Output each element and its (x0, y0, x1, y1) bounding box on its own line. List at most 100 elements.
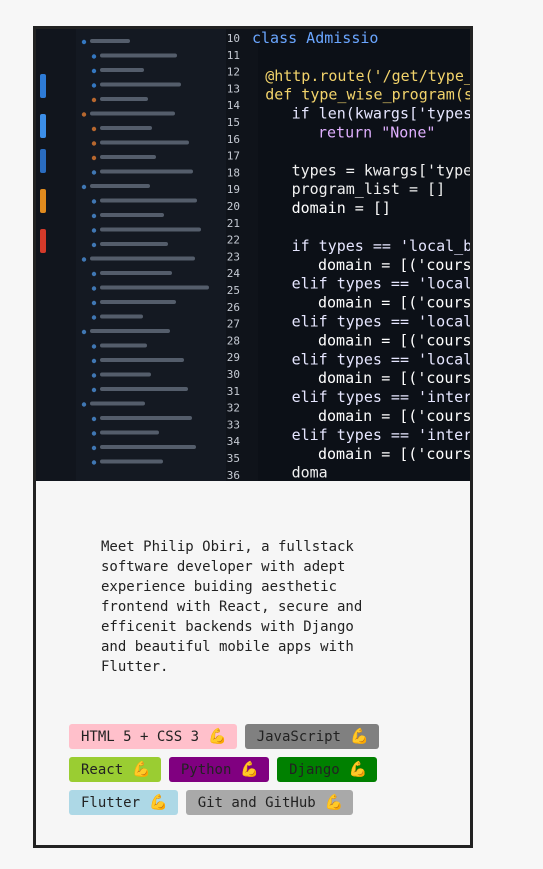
line-number: 10 (227, 32, 240, 45)
file-icon (81, 39, 87, 45)
code-line: domain = [('course_i (318, 407, 470, 425)
skill-tag-html-css: HTML 5 + CSS 3 💪 (69, 724, 237, 749)
file-icon (91, 460, 97, 465)
code-screenshot: 10 11 12 13 14 15 16 17 18 19 20 21 22 23 24 25 26 27 28 29… (36, 29, 470, 481)
file-icon (91, 271, 97, 277)
code-line: if len(kwargs['types'])<= (292, 105, 470, 123)
activity-icon (40, 74, 46, 98)
line-number: 18 (227, 166, 240, 179)
hero-code-image: 10 11 12 13 14 15 16 17 18 19 20 21 22 23 24 25 26 27 28 29… (36, 29, 470, 481)
file-icon (91, 242, 97, 248)
line-number: 32 (227, 402, 240, 415)
line-number: 29 (227, 351, 240, 364)
flexed-biceps-icon: 💪 (132, 760, 151, 778)
code-line: if types == 'local_bache (292, 237, 470, 255)
code-line: domain = [('course_i (318, 369, 470, 387)
file-icon (91, 416, 97, 422)
skill-tag-python: Python 💪 (168, 757, 270, 782)
file-icon (91, 97, 97, 103)
file-name-bar (100, 459, 163, 464)
code-line: domain = [] (292, 199, 391, 217)
file-name-bar (100, 416, 192, 420)
file-name-bar (100, 300, 176, 304)
line-number: 28 (227, 334, 240, 347)
line-number: 26 (227, 301, 240, 314)
line-number: 34 (227, 435, 241, 448)
file-icon (91, 199, 97, 204)
line-number: 35 (227, 452, 240, 465)
code-line: domain = [('course_i (318, 256, 470, 274)
skill-tag-flutter: Flutter 💪 (69, 790, 178, 815)
file-name-bar (100, 140, 189, 145)
file-name-bar (100, 198, 197, 203)
file-name-bar (90, 256, 195, 261)
file-icon (91, 344, 97, 349)
line-number: 31 (227, 385, 240, 398)
code-line: types = kwargs['types'] (292, 161, 470, 179)
tag-row: React 💪 Python 💪 Django 💪 (69, 757, 449, 782)
file-icon (91, 373, 97, 378)
file-name-bar (100, 82, 181, 87)
file-icon (91, 141, 97, 146)
flexed-biceps-icon: 💪 (149, 793, 168, 811)
line-number: 30 (227, 368, 240, 381)
tag-label: JavaScript (256, 728, 341, 745)
file-name-bar (100, 314, 143, 319)
line-number: 20 (227, 200, 240, 213)
file-icon (91, 431, 97, 436)
bio-text: Meet Philip Obiri, a fullstack software … (101, 539, 363, 675)
code-line: domain = [('course_i (318, 445, 470, 463)
file-name-bar (100, 358, 184, 362)
tag-label: React (81, 761, 124, 778)
file-name-bar (90, 184, 150, 188)
line-number: 36 (227, 469, 240, 481)
file-name-bar (90, 329, 170, 333)
line-number: 25 (227, 284, 240, 297)
file-name-bar (100, 285, 209, 290)
file-name-bar (100, 213, 164, 217)
file-icon (81, 184, 87, 190)
line-number: 12 (227, 66, 240, 79)
file-icon (91, 54, 97, 59)
activity-icon (40, 189, 46, 213)
tag-row: HTML 5 + CSS 3 💪 JavaScript 💪 (69, 724, 449, 749)
line-number: 33 (227, 418, 240, 431)
line-number: 27 (227, 318, 240, 331)
file-name-bar (100, 53, 177, 58)
line-number: 23 (227, 250, 240, 263)
code-line: return "None" (318, 124, 435, 142)
tag-label: Django (289, 761, 340, 778)
flexed-biceps-icon: 💪 (240, 760, 260, 778)
file-name-bar (100, 271, 172, 275)
line-number: 21 (227, 217, 240, 230)
file-icon (91, 387, 97, 393)
activity-icon (40, 114, 46, 138)
file-name-bar (100, 343, 147, 348)
tag-label: Flutter (81, 794, 141, 811)
code-line: def type_wise_program(self, * (265, 86, 470, 104)
file-name-bar (90, 39, 130, 43)
file-name-bar (100, 227, 201, 232)
file-name-bar (100, 169, 193, 174)
file-icon (91, 286, 97, 291)
file-icon (91, 68, 97, 74)
file-icon (91, 83, 97, 88)
code-line: elif types == 'local_bacl (292, 313, 470, 331)
file-name-bar (100, 430, 159, 435)
code-line: doma (292, 464, 328, 481)
skill-tag-javascript: JavaScript 💪 (244, 724, 379, 749)
code-line: elif types == 'internati (292, 388, 470, 406)
file-icon (91, 228, 97, 233)
activity-icon (40, 149, 46, 173)
code-line: class Admissio (252, 29, 378, 47)
line-number: 22 (227, 234, 240, 247)
file-icon (91, 213, 97, 219)
tag-label: HTML 5 + CSS 3 (81, 728, 200, 745)
code-line: program_list = [] (292, 180, 446, 198)
line-number: 17 (227, 150, 240, 163)
file-icon (81, 402, 87, 407)
tag-row: Flutter 💪 Git and GitHub 💪 (69, 790, 449, 815)
line-number: 14 (227, 99, 241, 112)
line-number: 19 (227, 183, 240, 196)
flexed-biceps-icon: 💪 (350, 727, 369, 745)
